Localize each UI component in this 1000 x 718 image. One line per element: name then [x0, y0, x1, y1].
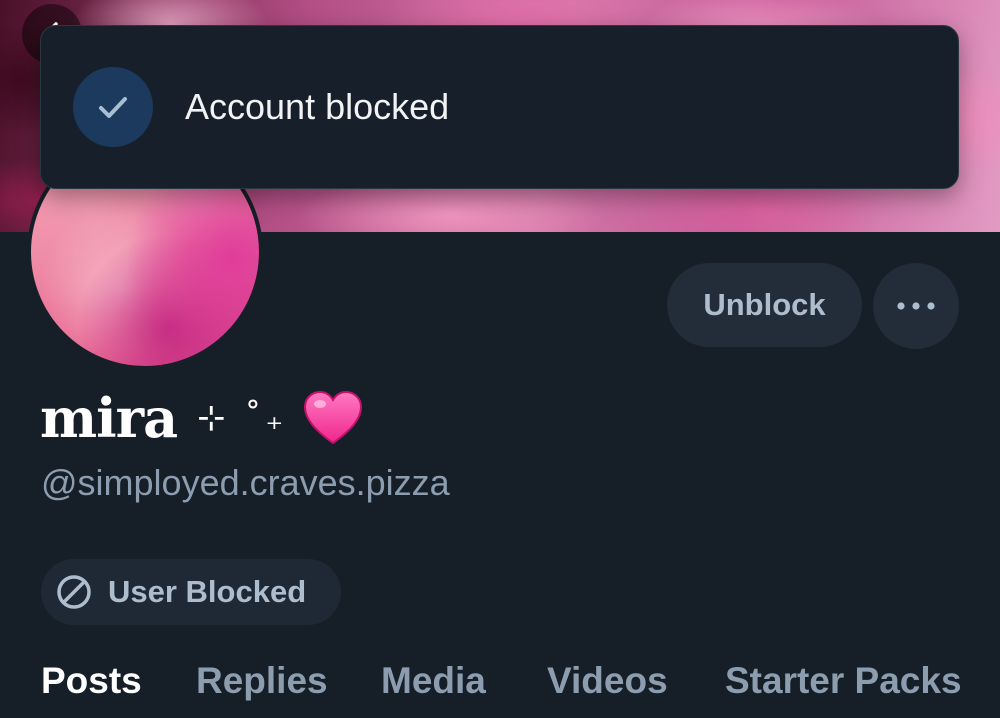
- tab-starter-packs[interactable]: Starter Packs: [725, 660, 962, 702]
- user-blocked-label: User Blocked: [108, 574, 307, 609]
- more-options-button[interactable]: [873, 263, 959, 349]
- user-blocked-badge: User Blocked: [41, 559, 341, 625]
- tab-videos[interactable]: Videos: [547, 660, 668, 702]
- check-icon: [99, 97, 127, 118]
- tab-posts[interactable]: Posts: [41, 660, 142, 702]
- ellipsis-icon: [897, 302, 935, 310]
- toast-message: Account blocked: [185, 86, 450, 127]
- block-icon: [57, 575, 91, 609]
- display-name-row: mira ⊹ ˚₊: [40, 378, 363, 458]
- tab-media[interactable]: Media: [381, 660, 486, 702]
- profile-tabs: Posts Replies Media Videos Starter Packs: [0, 660, 1000, 718]
- profile-screen: Unblock mira ⊹ ˚₊ @simployed.craves.pizz…: [0, 0, 1000, 718]
- tab-replies[interactable]: Replies: [196, 660, 328, 702]
- toast-check-circle: [73, 67, 153, 147]
- name-decoration: ⊹ ˚₊: [197, 398, 288, 438]
- display-name: mira: [40, 386, 178, 450]
- toast-notification[interactable]: Account blocked: [40, 25, 959, 189]
- heart-icon: [303, 390, 363, 446]
- unblock-button[interactable]: Unblock: [667, 263, 862, 347]
- user-handle: @simployed.craves.pizza: [41, 462, 450, 503]
